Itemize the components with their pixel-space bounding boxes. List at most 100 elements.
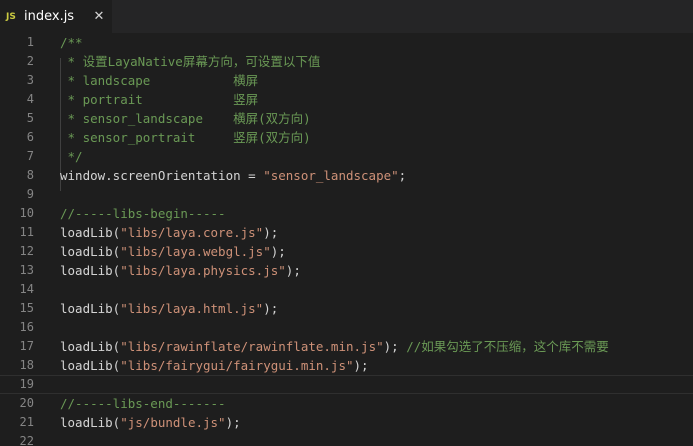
code-line[interactable]: 20 //-----libs-end------- — [0, 394, 693, 413]
code-text: loadLib("libs/rawinflate/rawinflate.min.… — [60, 337, 609, 356]
comment-token: */ — [60, 149, 83, 164]
code-text: loadLib("js/bundle.js"); — [60, 413, 241, 432]
code-line[interactable]: 22 — [0, 432, 693, 446]
close-icon[interactable]: ✕ — [92, 9, 106, 24]
string-token: "libs/laya.core.js" — [120, 225, 264, 240]
code-line[interactable]: 21 loadLib("js/bundle.js"); — [0, 413, 693, 432]
line-number: 6 — [26, 130, 34, 144]
code-text: * 设置LayaNative屏幕方向，可设置以下值 — [60, 52, 321, 71]
code-line[interactable]: 8 window.screenOrientation = "sensor_land… — [0, 166, 693, 185]
code-line[interactable]: 13 loadLib("libs/laya.physics.js"); — [0, 261, 693, 280]
line-number: 21 — [19, 415, 34, 429]
comment-token: //-----libs-end------- — [60, 396, 226, 411]
comment-token: //-----libs-begin----- — [60, 206, 226, 221]
line-number: 4 — [26, 92, 34, 106]
code-text: /** — [60, 33, 83, 52]
comment-token: //如果勾选了不压缩，这个库不需要 — [406, 339, 609, 354]
code-text: window.screenOrientation = "sensor_lands… — [60, 166, 406, 185]
string-token: "libs/laya.physics.js" — [120, 263, 286, 278]
code-token: ); — [285, 263, 301, 278]
line-number: 20 — [19, 396, 34, 410]
code-text: loadLib("libs/fairygui/fairygui.min.js")… — [60, 356, 369, 375]
comment-token: * sensor_portrait 竖屏(双方向) — [60, 130, 311, 145]
line-number: 2 — [26, 54, 34, 68]
line-number: 12 — [19, 244, 34, 258]
code-token: loadLib( — [60, 244, 121, 259]
comment-token: * 设置LayaNative屏幕方向，可设置以下值 — [60, 54, 321, 69]
code-line[interactable]: 14 — [0, 280, 693, 299]
line-number: 13 — [19, 263, 34, 277]
code-text: loadLib("libs/laya.html.js"); — [60, 299, 278, 318]
code-line[interactable]: 17 loadLib("libs/rawinflate/rawinflate.mi… — [0, 337, 693, 356]
code-text: */ — [60, 147, 83, 166]
code-text: * portrait 竖屏 — [60, 90, 259, 109]
string-token: "libs/fairygui/fairygui.min.js" — [120, 358, 354, 373]
code-line[interactable]: 10 //-----libs-begin----- — [0, 204, 693, 223]
string-token: "libs/laya.webgl.js" — [120, 244, 271, 259]
code-token: loadLib( — [60, 415, 121, 430]
line-number: 1 — [26, 35, 34, 49]
code-line[interactable]: 2 * 设置LayaNative屏幕方向，可设置以下值 — [0, 52, 693, 71]
line-number: 11 — [19, 225, 34, 239]
comment-token: * sensor_landscape 横屏(双方向) — [60, 111, 311, 126]
code-text: //-----libs-begin----- — [60, 204, 226, 223]
comment-token: /** — [60, 35, 83, 50]
line-number: 3 — [26, 73, 34, 87]
code-line[interactable]: 1 /** — [0, 33, 693, 52]
code-text: loadLib("libs/laya.webgl.js"); — [60, 242, 286, 261]
code-text: //-----libs-end------- — [60, 394, 226, 413]
line-number: 7 — [26, 149, 34, 163]
line-number: 14 — [19, 282, 34, 296]
line-number: 8 — [26, 168, 34, 182]
comment-token: * portrait 竖屏 — [60, 92, 259, 107]
string-token: "libs/laya.html.js" — [120, 301, 264, 316]
line-number: 22 — [19, 434, 34, 446]
code-line[interactable]: 19 — [0, 375, 693, 394]
line-number: 15 — [19, 301, 34, 315]
line-number: 10 — [19, 206, 34, 220]
code-line[interactable]: 9 — [0, 185, 693, 204]
line-number: 5 — [26, 111, 34, 125]
code-token: loadLib( — [60, 301, 121, 316]
code-line[interactable]: 3 * landscape 横屏 — [0, 71, 693, 90]
code-token: loadLib( — [60, 339, 121, 354]
code-line[interactable]: 18 loadLib("libs/fairygui/fairygui.min.js… — [0, 356, 693, 375]
code-line[interactable]: 15 loadLib("libs/laya.html.js"); — [0, 299, 693, 318]
code-token: ); — [353, 358, 369, 373]
code-line[interactable]: 7 */ — [0, 147, 693, 166]
string-token: "js/bundle.js" — [120, 415, 226, 430]
javascript-file-icon: JS — [6, 11, 16, 22]
line-number: 9 — [26, 187, 34, 201]
code-line[interactable]: 5 * sensor_landscape 横屏(双方向) — [0, 109, 693, 128]
code-token: loadLib( — [60, 358, 121, 373]
code-line[interactable]: 12 loadLib("libs/laya.webgl.js"); — [0, 242, 693, 261]
tab-index-js[interactable]: JS index.js ✕ — [0, 0, 112, 33]
tab-title: index.js — [24, 9, 75, 24]
code-line[interactable]: 16 — [0, 318, 693, 337]
code-token: ); — [270, 244, 286, 259]
code-text: * sensor_landscape 横屏(双方向) — [60, 109, 311, 128]
line-number: 19 — [19, 377, 34, 391]
code-token: ; — [398, 168, 407, 183]
code-text: * landscape 横屏 — [60, 71, 259, 90]
code-editor-window: JS index.js ✕ 1 /** 2 * 设置LayaNative屏幕方向，可… — [0, 0, 693, 446]
code-line[interactable]: 6 * sensor_portrait 竖屏(双方向) — [0, 128, 693, 147]
code-token: ); — [225, 415, 241, 430]
code-line[interactable]: 11 loadLib("libs/laya.core.js"); — [0, 223, 693, 242]
code-token: ); — [263, 225, 279, 240]
code-token: loadLib( — [60, 225, 121, 240]
code-token: ); — [263, 301, 279, 316]
code-area[interactable]: 1/** 2 * 设置LayaNative屏幕方向，可设置以下值 3 * lands… — [0, 33, 693, 446]
code-text: loadLib("libs/laya.physics.js"); — [60, 261, 301, 280]
code-token: ); — [383, 339, 407, 354]
line-number: 17 — [19, 339, 34, 353]
code-token: window.screenOrientation = — [60, 168, 264, 183]
code-text: loadLib("libs/laya.core.js"); — [60, 223, 278, 242]
tab-bar: JS index.js ✕ — [0, 0, 693, 33]
line-number: 16 — [19, 320, 34, 334]
comment-token: * landscape 横屏 — [60, 73, 259, 88]
string-token: "sensor_landscape" — [263, 168, 399, 183]
code-line[interactable]: 4 * portrait 竖屏 — [0, 90, 693, 109]
code-token: loadLib( — [60, 263, 121, 278]
line-number: 18 — [19, 358, 34, 372]
